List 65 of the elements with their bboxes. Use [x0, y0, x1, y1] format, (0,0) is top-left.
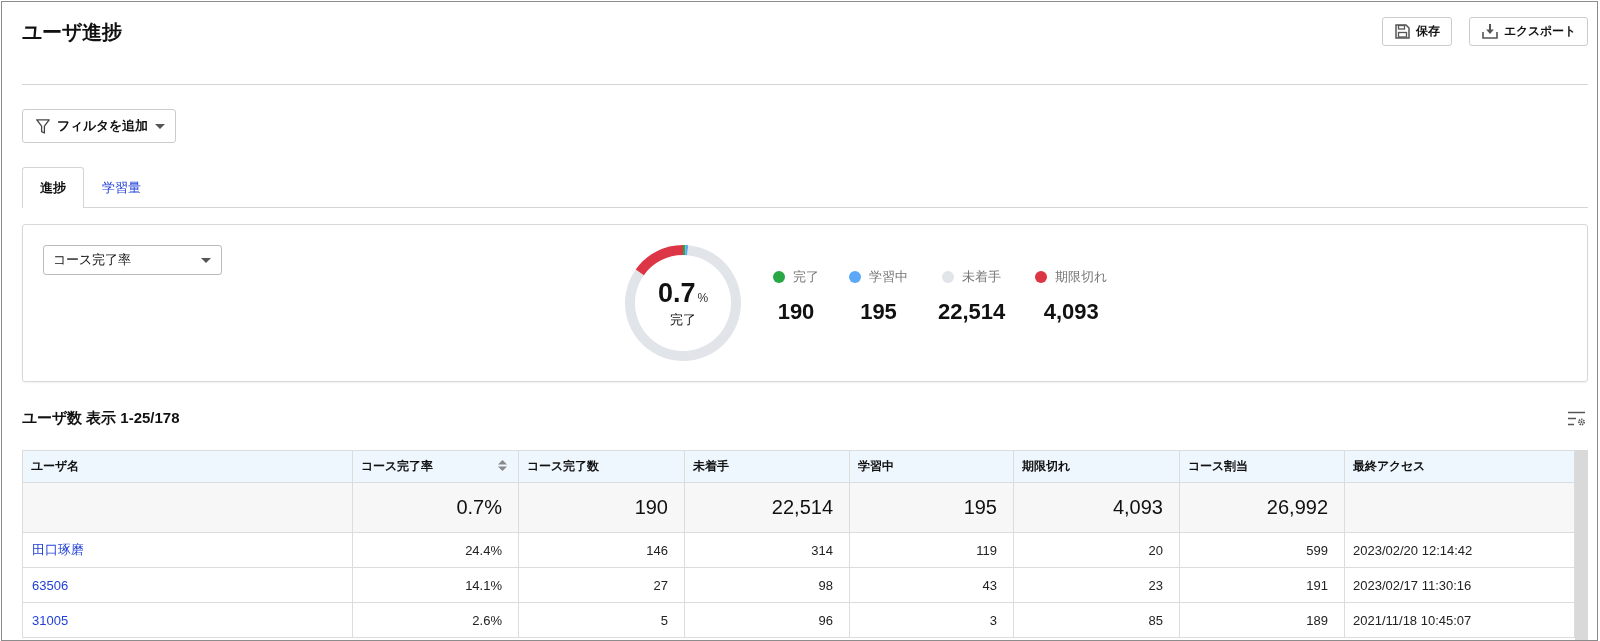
table-cell: 599	[1179, 532, 1345, 568]
table-cell: 2023/02/17 11:30:16	[1344, 567, 1575, 603]
table-cell: 189	[1179, 602, 1345, 638]
column-header: ユーザ名	[22, 450, 353, 483]
total-cell: 22,514	[684, 482, 850, 533]
total-cell: 4,093	[1013, 482, 1180, 533]
table-cell: 20	[1013, 532, 1180, 568]
legend-label: 期限切れ	[1055, 269, 1108, 285]
table-cell: 24.4%	[352, 532, 519, 568]
total-cell: 0.7%	[352, 482, 519, 533]
column-header: 期限切れ	[1013, 450, 1180, 483]
legend-label: 完了	[793, 269, 819, 285]
completion-rate: 0.7	[657, 277, 696, 309]
total-cell: 190	[518, 482, 685, 533]
filter-icon	[36, 118, 50, 134]
column-header: 最終アクセス	[1344, 450, 1575, 483]
legend-label: 学習中	[869, 269, 908, 285]
status-count: 190	[777, 299, 815, 325]
column-settings-button[interactable]	[1568, 410, 1586, 426]
user-name-link[interactable]: 31005	[32, 612, 69, 628]
column-settings-icon	[1568, 410, 1586, 426]
table-cell: 27	[518, 567, 685, 603]
table-cell: 85	[1013, 602, 1180, 638]
status-count: 22,514	[938, 299, 1006, 325]
column-header: 未着手	[684, 450, 850, 483]
page-title: ユーザ進捗	[22, 20, 122, 45]
table-cell: 23	[1013, 567, 1180, 603]
column-header: 学習中	[849, 450, 1014, 483]
table-cell: 43	[849, 567, 1014, 603]
table-cell: 96	[684, 602, 850, 638]
column-header: コース割当	[1179, 450, 1345, 483]
table-cell: 119	[849, 532, 1014, 568]
table-cell: 3	[849, 602, 1014, 638]
table-cell: 2.6%	[352, 602, 519, 638]
user-name-link[interactable]: 63506	[32, 577, 69, 593]
completion-label: 完了	[670, 311, 696, 329]
status-count: 4,093	[1043, 299, 1099, 325]
save-button[interactable]: 保存	[1382, 17, 1452, 46]
add-filter-button[interactable]: フィルタを追加	[22, 109, 176, 143]
table-cell: 14.1%	[352, 567, 519, 603]
column-header: コース完了数	[518, 450, 685, 483]
legend-label: 未着手	[962, 269, 1002, 285]
user-name-link[interactable]: 田口琢磨	[32, 542, 84, 557]
table-cell: 5	[518, 602, 685, 638]
table-cell: 2021/11/18 10:45:07	[1344, 602, 1575, 638]
metric-select[interactable]: コース完了率	[43, 245, 222, 275]
table-cell: 191	[1179, 567, 1345, 603]
user-count-title: ユーザ数 表示 1-25/178	[22, 408, 180, 428]
caret-icon	[201, 257, 211, 263]
table-cell: 146	[518, 532, 685, 568]
save-icon	[1395, 24, 1410, 39]
table-cell: 314	[684, 532, 850, 568]
tab[interactable]: 学習量	[84, 167, 159, 208]
caret-icon	[155, 123, 165, 129]
column-header[interactable]: コース完了率	[352, 450, 519, 483]
table-cell: 98	[684, 567, 850, 603]
status-count: 195	[860, 299, 897, 325]
table-cell: 2023/02/20 12:14:42	[1344, 532, 1575, 568]
download-icon	[1482, 24, 1498, 39]
total-cell: 26,992	[1179, 482, 1345, 533]
percent-sign: %	[697, 291, 709, 305]
scrollbar[interactable]	[1575, 450, 1588, 640]
tab[interactable]: 進捗	[22, 167, 84, 208]
export-button[interactable]: エクスポート	[1469, 17, 1588, 46]
total-cell: 195	[849, 482, 1014, 533]
